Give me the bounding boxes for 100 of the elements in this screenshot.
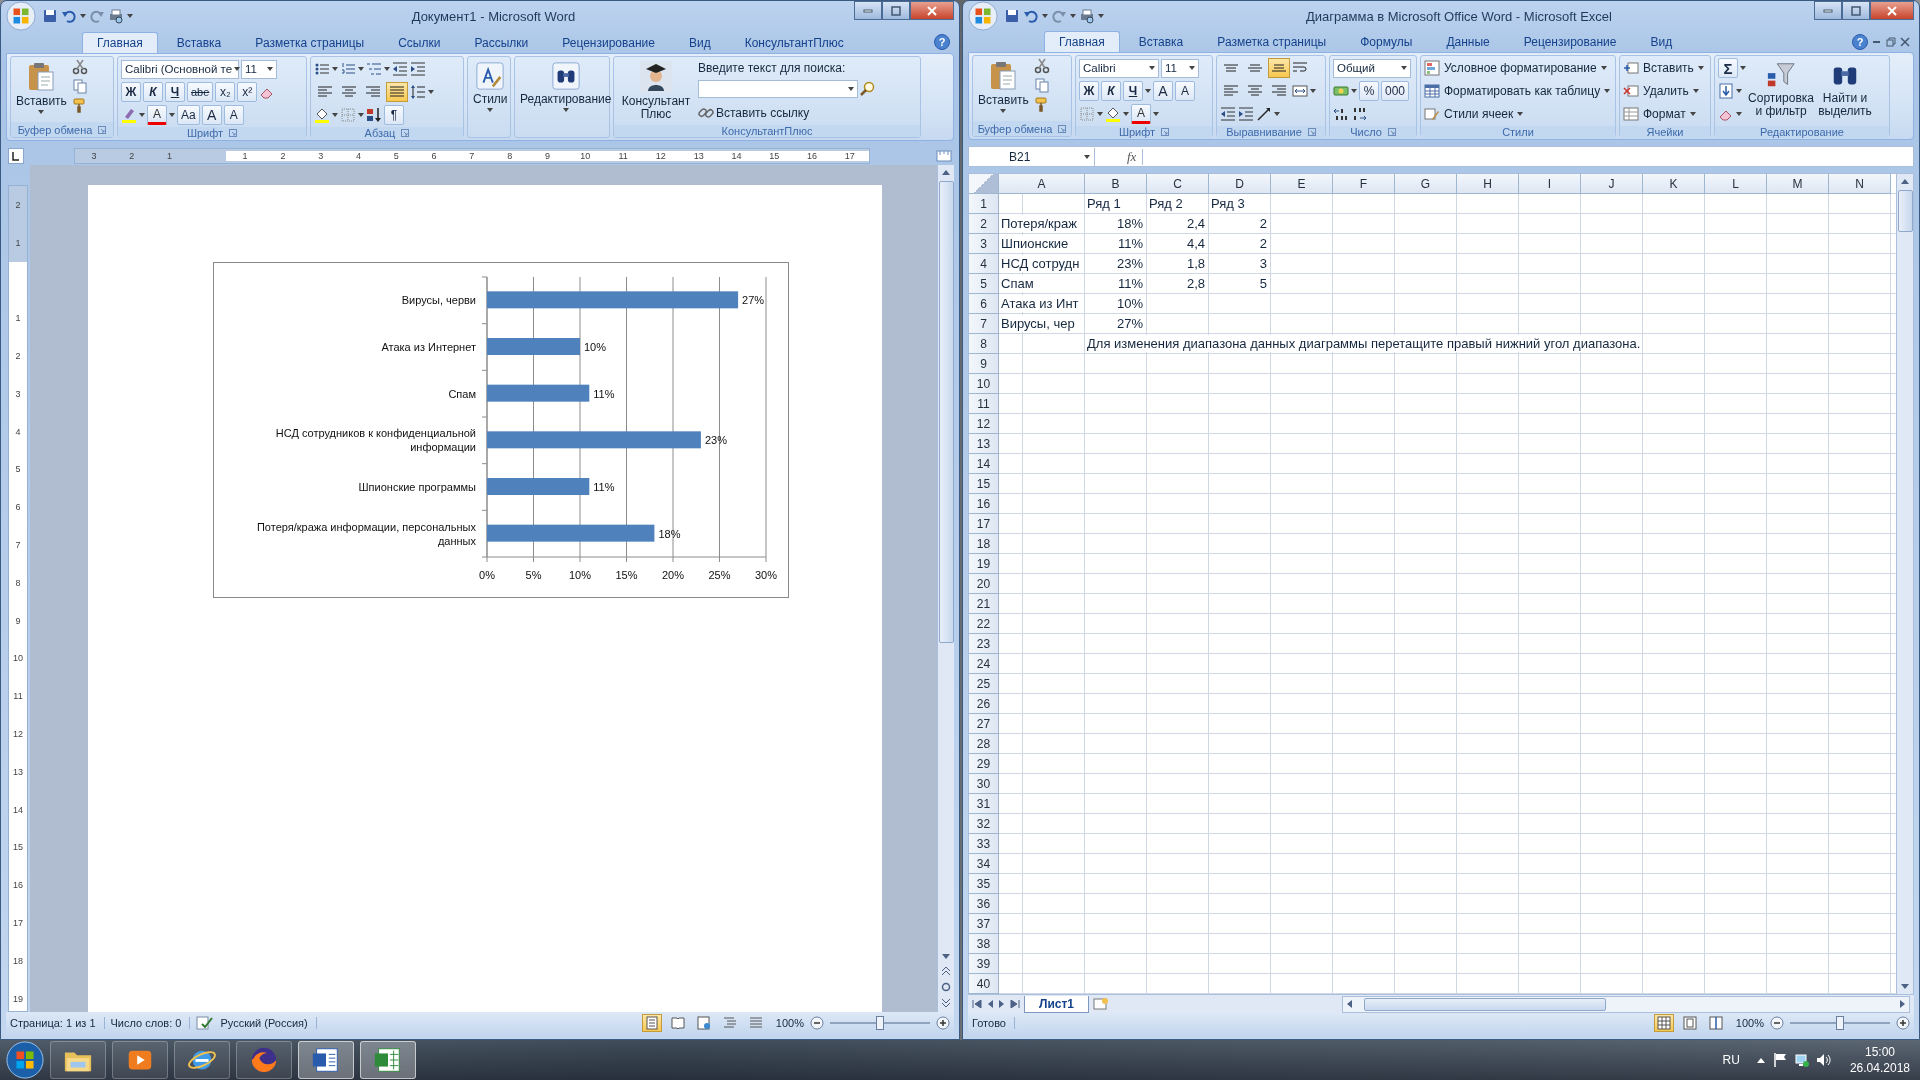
row-header[interactable]: 31 <box>969 794 999 815</box>
row-header[interactable]: 35 <box>969 874 999 895</box>
font-size-field[interactable]: 11 <box>1161 58 1199 78</box>
row-header[interactable]: 20 <box>969 574 999 595</box>
ribbon-tab[interactable]: Разметка страницы <box>240 32 380 53</box>
grow-font-button[interactable]: A <box>1153 81 1173 102</box>
row-header[interactable]: 29 <box>969 754 999 775</box>
menu-button[interactable]: Условное форматирование <box>1444 61 1597 76</box>
ribbon-tab[interactable]: Главная <box>1044 31 1120 53</box>
percent-button[interactable]: % <box>1359 81 1379 102</box>
ribbon-tab[interactable]: Ссылки <box>383 32 456 53</box>
column-header[interactable]: K <box>1643 174 1705 195</box>
number-format-field[interactable]: Общий <box>1333 58 1411 78</box>
column-header[interactable]: F <box>1333 174 1395 195</box>
styles-button[interactable]: Стили <box>471 59 510 114</box>
row-header[interactable]: 3 <box>969 234 999 255</box>
status-text[interactable]: Страница: 1 из 1 <box>10 1017 105 1029</box>
row-header[interactable]: 24 <box>969 654 999 675</box>
format-button[interactable]: К <box>1101 81 1121 102</box>
row-header[interactable]: 23 <box>969 634 999 655</box>
row-header[interactable]: 2 <box>969 214 999 235</box>
ribbon-tab[interactable]: Вид <box>673 32 726 53</box>
ribbon-tab[interactable]: Формулы <box>1345 31 1428 53</box>
column-header[interactable]: G <box>1395 174 1457 195</box>
find-button[interactable]: Найти и выделить <box>1816 58 1874 121</box>
ribbon-tab[interactable]: Разметка страницы <box>1202 31 1342 53</box>
row-header[interactable]: 36 <box>969 894 999 915</box>
row-header[interactable]: 14 <box>969 454 999 475</box>
change-case-button[interactable]: Aa <box>177 105 200 125</box>
column-header[interactable]: A <box>999 174 1085 195</box>
row-header[interactable]: 4 <box>969 254 999 275</box>
ribbon-tab[interactable]: Вставка <box>1123 31 1199 53</box>
font-name-field[interactable]: Calibri <box>1079 58 1159 78</box>
format-button[interactable]: Ч <box>165 82 185 102</box>
shrink-font-button[interactable]: A <box>1175 81 1195 102</box>
row-header[interactable]: 15 <box>969 474 999 495</box>
format-button[interactable]: К <box>143 82 163 102</box>
shrink-font-button[interactable]: A <box>223 105 244 125</box>
status-text[interactable]: Число слов: 0 <box>110 1017 191 1029</box>
row-header[interactable]: 34 <box>969 854 999 875</box>
sheet-tab[interactable]: Лист1 <box>1024 995 1090 1013</box>
language-indicator[interactable]: RU <box>1722 1053 1740 1067</box>
row-header[interactable]: 26 <box>969 694 999 715</box>
row-header[interactable]: 32 <box>969 814 999 835</box>
insert-link-link[interactable]: Вставить ссылку <box>716 106 810 120</box>
menu-button[interactable]: Стили ячеек <box>1444 107 1514 122</box>
row-header[interactable]: 25 <box>969 674 999 695</box>
row-header[interactable]: 38 <box>969 934 999 955</box>
row-header[interactable]: 33 <box>969 834 999 855</box>
format-button[interactable]: abe <box>187 82 214 102</box>
menu-button[interactable]: Вставить <box>1643 61 1694 76</box>
row-header[interactable]: 7 <box>969 314 999 335</box>
row-header[interactable]: 17 <box>969 514 999 535</box>
row-header[interactable]: 5 <box>969 274 999 295</box>
name-box[interactable]: B21 <box>969 147 1095 166</box>
ribbon-tab[interactable]: КонсультантПлюс <box>729 32 859 53</box>
zoom-level[interactable]: 100% <box>775 1017 804 1029</box>
row-header[interactable]: 6 <box>969 294 999 315</box>
format-button[interactable]: x₂ <box>215 82 236 102</box>
format-button[interactable]: Ч <box>1123 81 1143 102</box>
menu-button[interactable]: Формат <box>1643 107 1686 122</box>
column-header[interactable]: B <box>1085 174 1147 195</box>
column-header[interactable]: I <box>1519 174 1581 195</box>
vertical-ruler[interactable]: 2 1 1 2 3 4 5 6 7 8 9 10 11 12 13 14 15 16 17 18 19 <box>8 185 28 1012</box>
format-button[interactable]: Ж <box>1079 81 1099 102</box>
thousands-button[interactable]: 000 <box>1381 81 1410 102</box>
ribbon-tab[interactable]: Данные <box>1431 31 1505 53</box>
ribbon-tab[interactable]: Рецензирование <box>1508 31 1632 53</box>
format-button[interactable]: Ж <box>121 82 141 102</box>
row-header[interactable]: 10 <box>969 374 999 395</box>
row-header[interactable]: 37 <box>969 914 999 935</box>
format-button[interactable]: x² <box>237 82 258 102</box>
column-header[interactable]: H <box>1457 174 1519 195</box>
help-button[interactable]: ? <box>934 34 950 50</box>
row-header[interactable]: 16 <box>969 494 999 515</box>
horizontal-ruler[interactable]: 3 2 1 1 2 3 4 5 6 7 8 9 10 11 12 13 14 15 16 17 <box>74 148 870 164</box>
row-header[interactable]: 21 <box>969 594 999 615</box>
row-header[interactable]: 8 <box>969 334 999 355</box>
row-header[interactable]: 22 <box>969 614 999 635</box>
ribbon-tab[interactable]: Вставка <box>161 32 237 53</box>
row-header[interactable]: 12 <box>969 414 999 435</box>
column-header[interactable]: L <box>1705 174 1767 195</box>
clock-date[interactable]: 26.04.2018 <box>1849 1060 1910 1076</box>
show-marks-button[interactable]: ¶ <box>384 105 404 125</box>
column-header[interactable]: M <box>1767 174 1829 195</box>
paste-button[interactable]: Вставить <box>976 58 1031 116</box>
consultant-button[interactable]: Консультант Плюс <box>617 59 695 123</box>
row-header[interactable]: 19 <box>969 554 999 575</box>
ribbon-tab[interactable]: Рассылки <box>459 32 544 53</box>
ribbon-tab[interactable]: Главная <box>82 32 158 53</box>
zoom-level[interactable]: 100% <box>1735 1017 1764 1030</box>
row-header[interactable]: 13 <box>969 434 999 455</box>
row-header[interactable]: 1 <box>969 194 999 215</box>
column-header[interactable]: N <box>1829 174 1891 195</box>
column-header[interactable]: C <box>1147 174 1209 195</box>
row-header[interactable]: 28 <box>969 734 999 755</box>
grow-font-button[interactable]: A <box>201 105 222 125</box>
row-header[interactable]: 30 <box>969 774 999 795</box>
sort-filter-button[interactable]: Сортировка и фильтр <box>1749 58 1813 121</box>
row-header[interactable]: 39 <box>969 954 999 975</box>
